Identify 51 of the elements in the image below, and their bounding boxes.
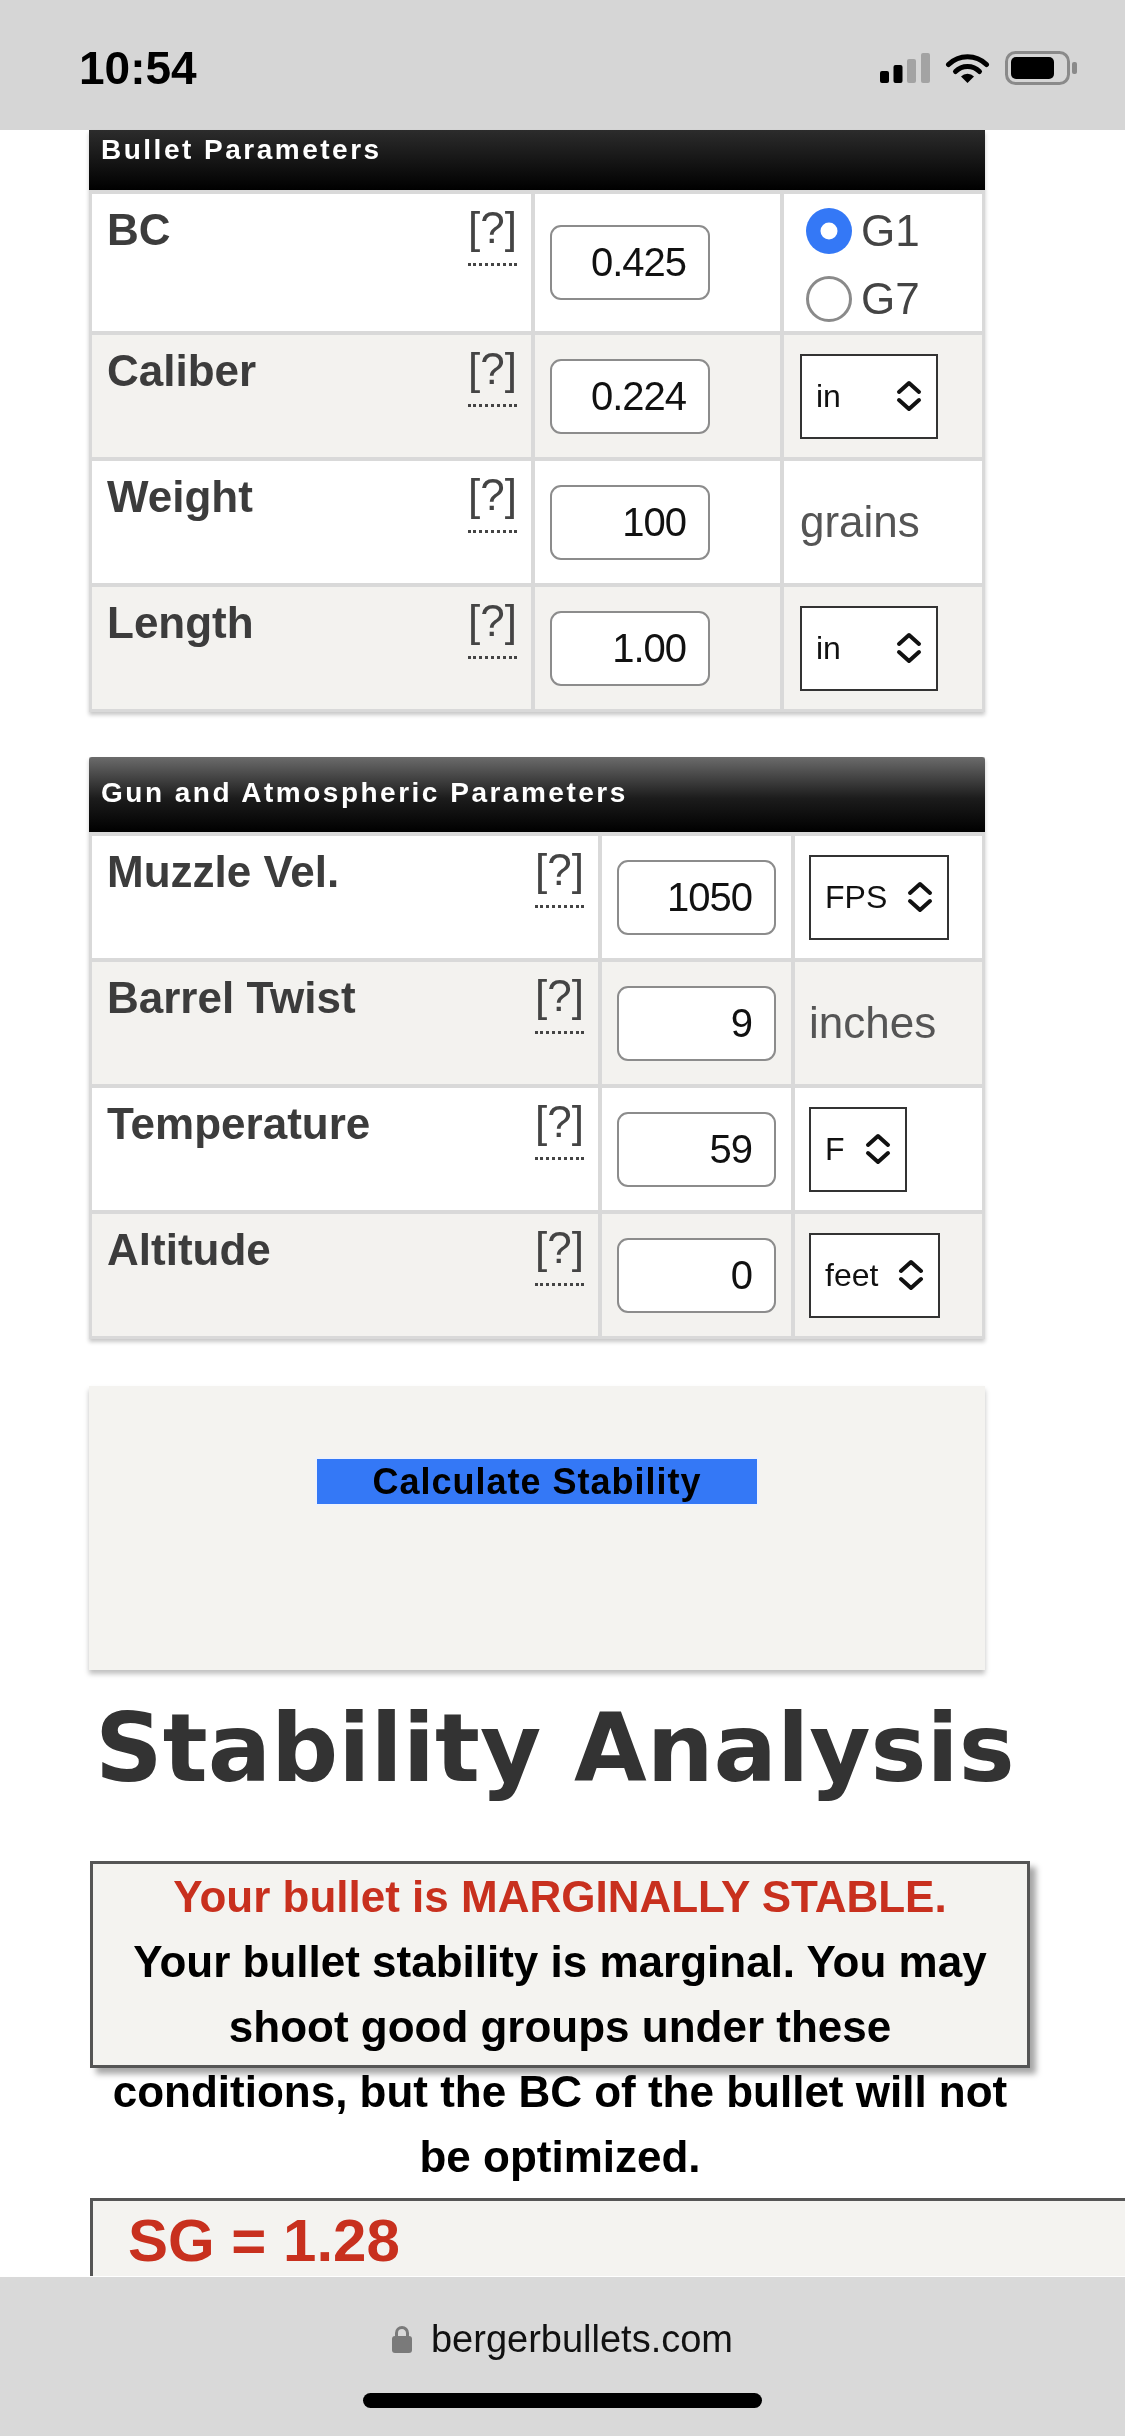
unit-select[interactable]: in	[800, 353, 938, 439]
table-header: Gun and Atmospheric Parameters	[89, 757, 985, 832]
lock-icon	[391, 2325, 412, 2353]
help-link[interactable]: [?]	[535, 1099, 584, 1160]
help-link[interactable]: [?]	[468, 346, 517, 407]
unit-select[interactable]: FPS	[809, 854, 950, 940]
radio-option[interactable]: G7	[805, 274, 920, 324]
value-field[interactable]: 100	[550, 484, 710, 560]
field-label: Muzzle Vel.	[107, 847, 340, 897]
help-link[interactable]: [?]	[535, 973, 584, 1034]
stability-message: Your bullet stability is marginal. You may shoot good groups under these conditions, but the BC of the bullet will not be optimized.	[112, 1937, 1008, 2181]
field-label: BC	[107, 205, 171, 255]
unit-label: inches	[809, 998, 937, 1048]
url-text[interactable]: bergerbullets.com	[430, 2317, 733, 2361]
unit-label: grains	[800, 497, 920, 547]
chevron-icon	[898, 1259, 925, 1291]
table-header: Bullet Parameters	[89, 130, 985, 190]
value-field[interactable]: 0.425	[550, 225, 710, 300]
stability-status: Your bullet is MARGINALLY STABLE.	[173, 1871, 947, 1923]
chevron-icon	[896, 380, 922, 412]
chevron-icon	[896, 632, 922, 664]
field-label: Temperature	[107, 1099, 371, 1149]
value-field[interactable]: 0	[617, 1237, 776, 1313]
value-field[interactable]: 9	[617, 985, 776, 1061]
chevron-icon	[907, 881, 934, 913]
unit-select[interactable]: F	[809, 1106, 907, 1192]
field-label: Barrel Twist	[107, 973, 356, 1023]
sg-value: SG = 1.28	[128, 2208, 400, 2274]
status-time: 10:54	[79, 42, 197, 94]
value-field[interactable]: 1050	[617, 859, 776, 935]
field-label: Weight	[107, 472, 253, 522]
value-field[interactable]: 59	[617, 1111, 776, 1187]
help-link[interactable]: [?]	[468, 598, 517, 659]
radio-option[interactable]: G1	[805, 206, 920, 256]
battery-icon	[1005, 51, 1077, 85]
value-field[interactable]: 0.224	[550, 358, 710, 434]
unit-select[interactable]: in	[800, 605, 938, 691]
help-link[interactable]: [?]	[468, 472, 517, 533]
calculate-button[interactable]: Calculate Stability	[315, 1457, 759, 1506]
value-field[interactable]: 1.00	[550, 610, 710, 686]
help-link[interactable]: [?]	[535, 847, 584, 908]
unit-select[interactable]: feet	[809, 1232, 941, 1318]
field-label: Caliber	[107, 346, 257, 396]
field-label: Length	[107, 598, 254, 648]
signal-icon	[880, 53, 930, 83]
field-label: Altitude	[107, 1225, 271, 1275]
wifi-icon	[945, 52, 990, 84]
page-heading: Stability Analysis	[95, 1698, 1015, 1799]
help-link[interactable]: [?]	[468, 205, 517, 266]
chevron-icon	[864, 1133, 891, 1165]
help-link[interactable]: [?]	[535, 1225, 584, 1286]
